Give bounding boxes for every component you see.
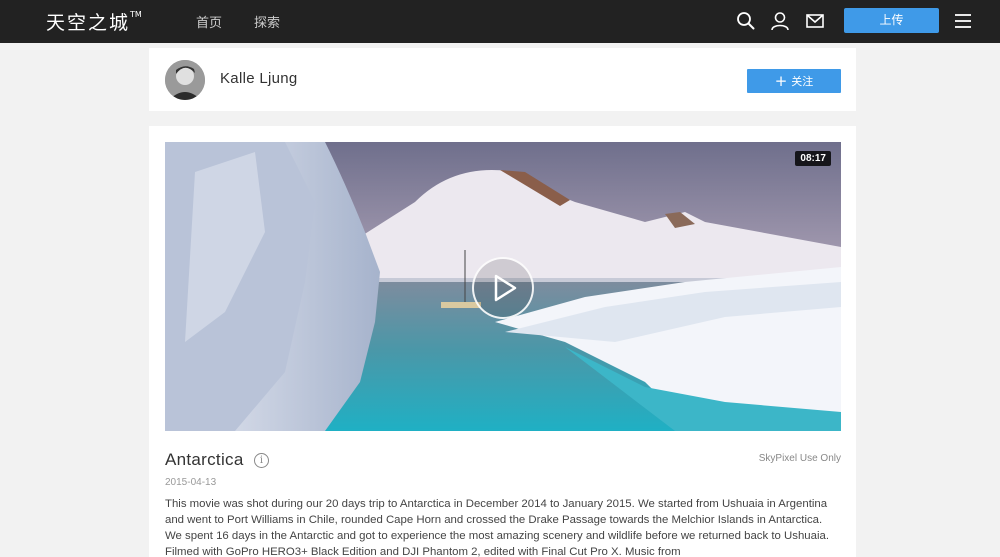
play-icon — [494, 274, 517, 302]
video-duration-badge: 08:17 — [795, 151, 831, 166]
logo-trademark: TM — [130, 10, 142, 19]
upload-button[interactable]: 上传 — [844, 8, 939, 33]
site-logo[interactable]: 天空之城TM — [46, 8, 142, 35]
menu-icon[interactable] — [952, 10, 974, 32]
mail-icon[interactable] — [804, 10, 826, 32]
video-title: Antarctica — [165, 450, 244, 469]
user-icon[interactable] — [769, 10, 791, 32]
follow-label: 关注 — [791, 75, 814, 88]
video-description: This movie was shot during our 20 days t… — [165, 498, 829, 557]
nav-home[interactable]: 首页 — [196, 12, 222, 31]
publish-date: 2015-04-13 — [165, 477, 217, 488]
avatar[interactable] — [165, 60, 205, 100]
main-nav: 首页 探索 — [196, 12, 280, 31]
top-navigation-bar: 天空之城TM 首页 探索 上传 — [0, 0, 1000, 43]
license-label: SkyPixel Use Only — [758, 453, 841, 464]
video-player[interactable]: 08:17 — [165, 142, 841, 431]
logo-text: 天空之城 — [46, 12, 131, 34]
play-button[interactable] — [472, 257, 534, 319]
search-icon[interactable] — [735, 10, 757, 32]
video-detail-card: 08:17 Antarctica i SkyPixel Use Only 201… — [149, 126, 856, 557]
info-icon[interactable]: i — [254, 453, 269, 468]
author-card: Kalle Ljung + 关注 — [149, 48, 856, 111]
nav-explore[interactable]: 探索 — [254, 12, 280, 31]
avatar-photo — [165, 60, 205, 100]
plus-icon: + — [774, 72, 788, 90]
author-name[interactable]: Kalle Ljung — [220, 70, 298, 87]
follow-button[interactable]: + 关注 — [747, 69, 841, 93]
